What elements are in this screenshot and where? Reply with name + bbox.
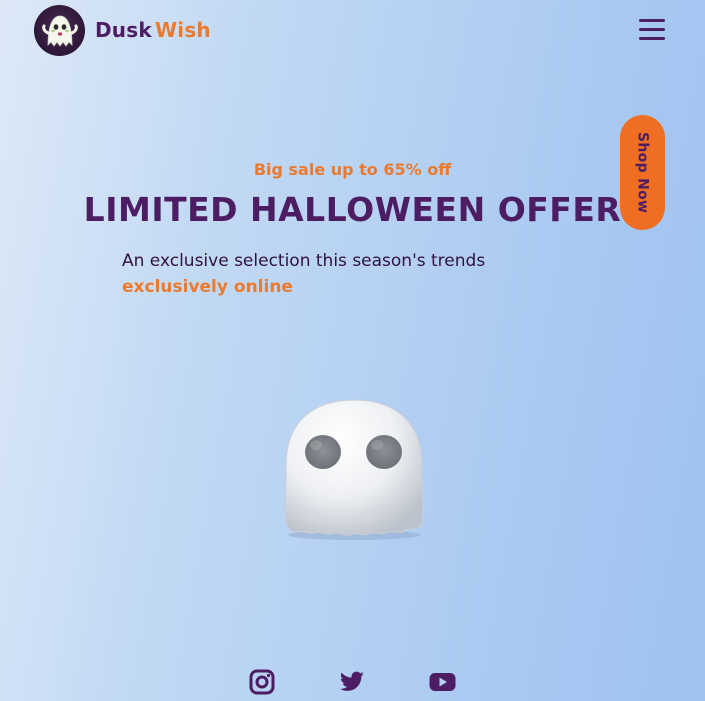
instagram-link[interactable] bbox=[249, 669, 275, 695]
subline-highlight: exclusively online bbox=[122, 277, 293, 297]
hero-headline: LIMITED HALLOWEEN OFFER bbox=[83, 190, 622, 229]
brand-name-first: Dusk bbox=[95, 18, 152, 42]
menu-button[interactable] bbox=[639, 19, 665, 41]
youtube-icon bbox=[429, 673, 456, 691]
instagram-icon bbox=[249, 669, 275, 695]
subline-text: An exclusive selection this season's tre… bbox=[122, 251, 486, 271]
twitter-link[interactable] bbox=[339, 669, 365, 695]
hero-subline: An exclusive selection this season's tre… bbox=[122, 248, 590, 300]
brand-name-second: Wish bbox=[155, 18, 211, 42]
ghost-illustration bbox=[284, 399, 424, 540]
twitter-icon bbox=[339, 671, 364, 691]
ghost-logo-icon bbox=[42, 15, 78, 47]
logo[interactable] bbox=[34, 5, 85, 56]
sale-eyebrow: Big sale up to 65% off bbox=[253, 160, 452, 179]
youtube-link[interactable] bbox=[429, 669, 456, 695]
